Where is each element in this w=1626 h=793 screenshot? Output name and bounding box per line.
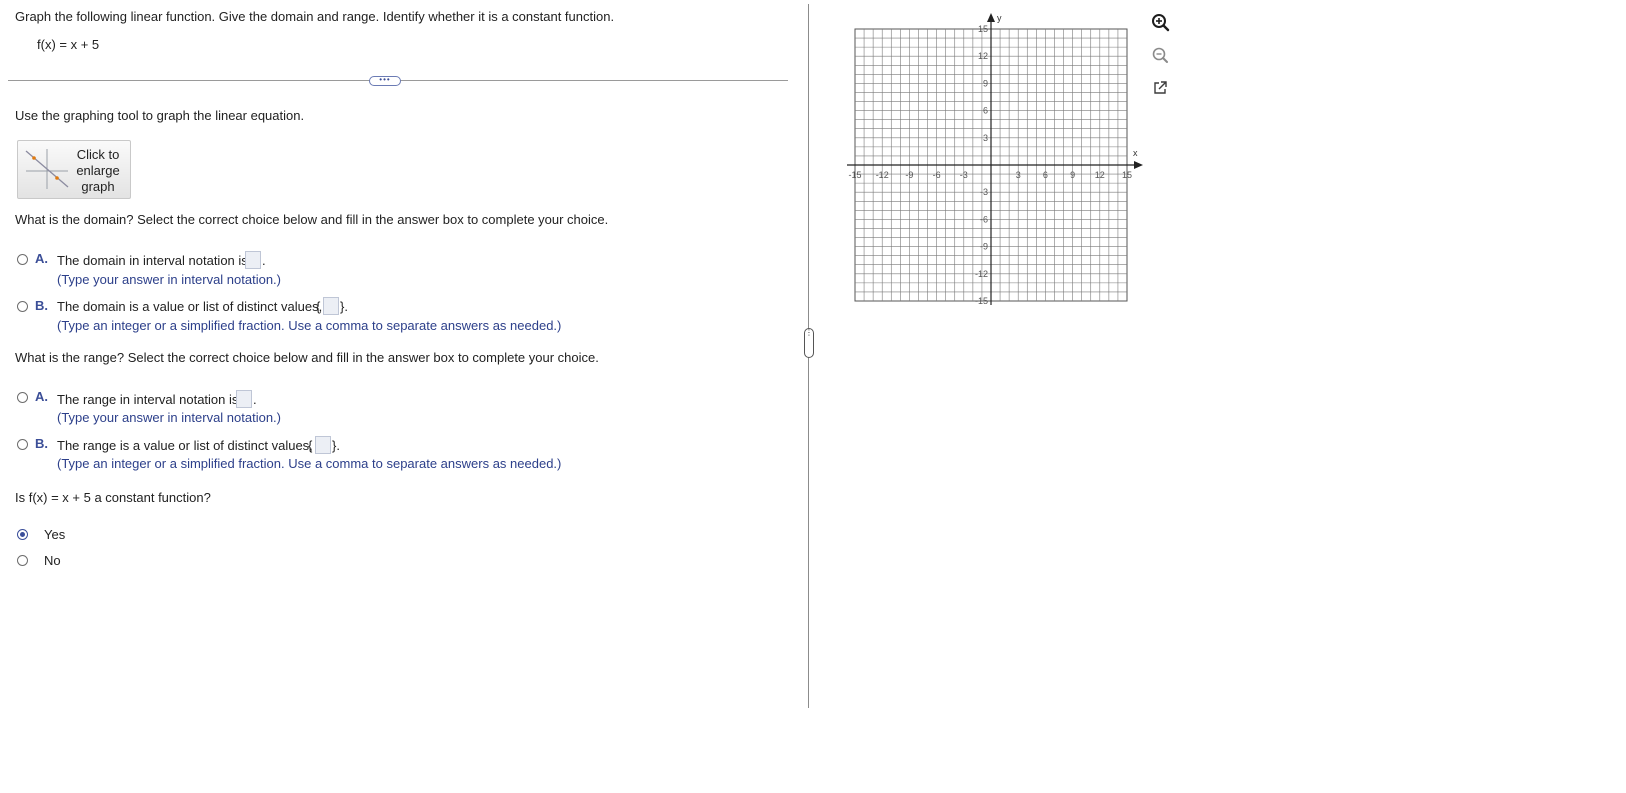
range-brace-close: }. — [332, 438, 340, 453]
y-tick-label: -12 — [975, 269, 988, 279]
zoom-out-button[interactable] — [1149, 44, 1171, 66]
domain-brace-open: { — [316, 299, 321, 314]
x-tick-label: 9 — [1070, 170, 1075, 180]
x-tick-label: -6 — [933, 170, 941, 180]
x-axis-arrow — [1134, 161, 1143, 169]
domain-option-b-text: The domain is a value or list of distinc… — [57, 299, 323, 314]
y-tick-label: -3 — [980, 187, 988, 197]
x-tick-label: 15 — [1122, 170, 1132, 180]
y-axis-arrow — [987, 13, 995, 22]
domain-option-a-period: . — [262, 253, 266, 268]
constant-no-label: No — [44, 553, 61, 568]
y-tick-label: -9 — [980, 242, 988, 252]
range-prompt: What is the range? Select the correct ch… — [15, 350, 599, 365]
pane-splitter-handle[interactable]: ⋮ — [804, 328, 814, 358]
function-expression: f(x) = x + 5 — [37, 37, 100, 52]
range-option-a-hint: (Type your answer in interval notation.) — [57, 410, 281, 425]
range-brace-open: { — [308, 438, 313, 453]
domain-option-a-hint: (Type your answer in interval notation.) — [57, 272, 281, 287]
y-tick-label: 15 — [978, 24, 988, 34]
domain-option-a-letter: A. — [35, 251, 48, 266]
question-pane: Graph the following linear function. Giv… — [0, 0, 822, 793]
range-option-a-text: The range in interval notation is — [57, 392, 239, 407]
x-tick-label: 12 — [1095, 170, 1105, 180]
x-axis-label: x — [1133, 148, 1138, 158]
zoom-out-icon — [1152, 47, 1168, 63]
range-option-b-text: The range is a value or list of distinct… — [57, 438, 313, 453]
graphing-canvas[interactable]: x y -15 -12 -9 -6 -3 3 6 9 12 15 15 12 9 6 3 -3 -6 -9 -12 -15 — [840, 8, 1150, 308]
y-tick-label: 3 — [983, 133, 988, 143]
y-tick-label: -15 — [975, 296, 988, 306]
y-tick-label: 6 — [983, 106, 988, 116]
range-values-input[interactable] — [315, 436, 331, 454]
question-instruction: Graph the following linear function. Giv… — [15, 9, 615, 24]
zoom-in-icon — [1152, 14, 1170, 32]
constant-prompt: Is f(x) = x + 5 a constant function? — [15, 490, 211, 505]
domain-option-b-radio[interactable] — [17, 301, 28, 312]
x-tick-label: -12 — [876, 170, 889, 180]
x-tick-label: -3 — [960, 170, 968, 180]
range-option-a-period: . — [253, 392, 257, 407]
range-option-b-radio[interactable] — [17, 439, 28, 450]
expand-divider-button[interactable]: ••• — [369, 76, 401, 86]
graph-instruction: Use the graphing tool to graph the linea… — [15, 108, 305, 123]
domain-option-a-text: The domain in interval notation is — [57, 253, 248, 268]
constant-yes-radio[interactable] — [17, 529, 28, 540]
domain-prompt: What is the domain? Select the correct c… — [15, 212, 609, 227]
domain-values-input[interactable] — [323, 297, 339, 315]
range-interval-input[interactable] — [236, 390, 252, 408]
domain-option-b-letter: B. — [35, 298, 48, 313]
x-tick-label: 3 — [1016, 170, 1021, 180]
range-option-a-letter: A. — [35, 389, 48, 404]
x-tick-label: -15 — [848, 170, 861, 180]
popout-icon — [1154, 81, 1167, 94]
constant-yes-label: Yes — [44, 527, 66, 542]
domain-brace-close: }. — [340, 299, 348, 314]
enlarge-graph-label: Click to enlarge graph — [76, 147, 120, 194]
domain-interval-input[interactable] — [245, 251, 261, 269]
x-tick-label: 6 — [1043, 170, 1048, 180]
y-axis-label: y — [997, 13, 1002, 23]
domain-option-b-hint: (Type an integer or a simplified fractio… — [57, 318, 562, 333]
y-tick-label: 12 — [978, 51, 988, 61]
y-tick-label: 9 — [983, 78, 988, 88]
x-tick-label: -9 — [905, 170, 913, 180]
range-option-a-radio[interactable] — [17, 392, 28, 403]
enlarge-graph-button[interactable]: Click to enlarge graph — [17, 140, 131, 199]
coordinate-grid[interactable]: x y -15 -12 -9 -6 -3 3 6 9 12 15 15 12 9 6 3 -3 -6 -9 -12 -15 — [840, 8, 1150, 308]
zoom-in-button[interactable] — [1149, 11, 1171, 33]
constant-no-radio[interactable] — [17, 555, 28, 566]
graph-thumbnail-icon — [25, 149, 69, 189]
range-option-b-hint: (Type an integer or a simplified fractio… — [57, 456, 562, 471]
y-tick-label: -6 — [980, 214, 988, 224]
range-option-b-letter: B. — [35, 436, 48, 451]
popout-button[interactable] — [1149, 77, 1171, 99]
domain-option-a-radio[interactable] — [17, 254, 28, 265]
